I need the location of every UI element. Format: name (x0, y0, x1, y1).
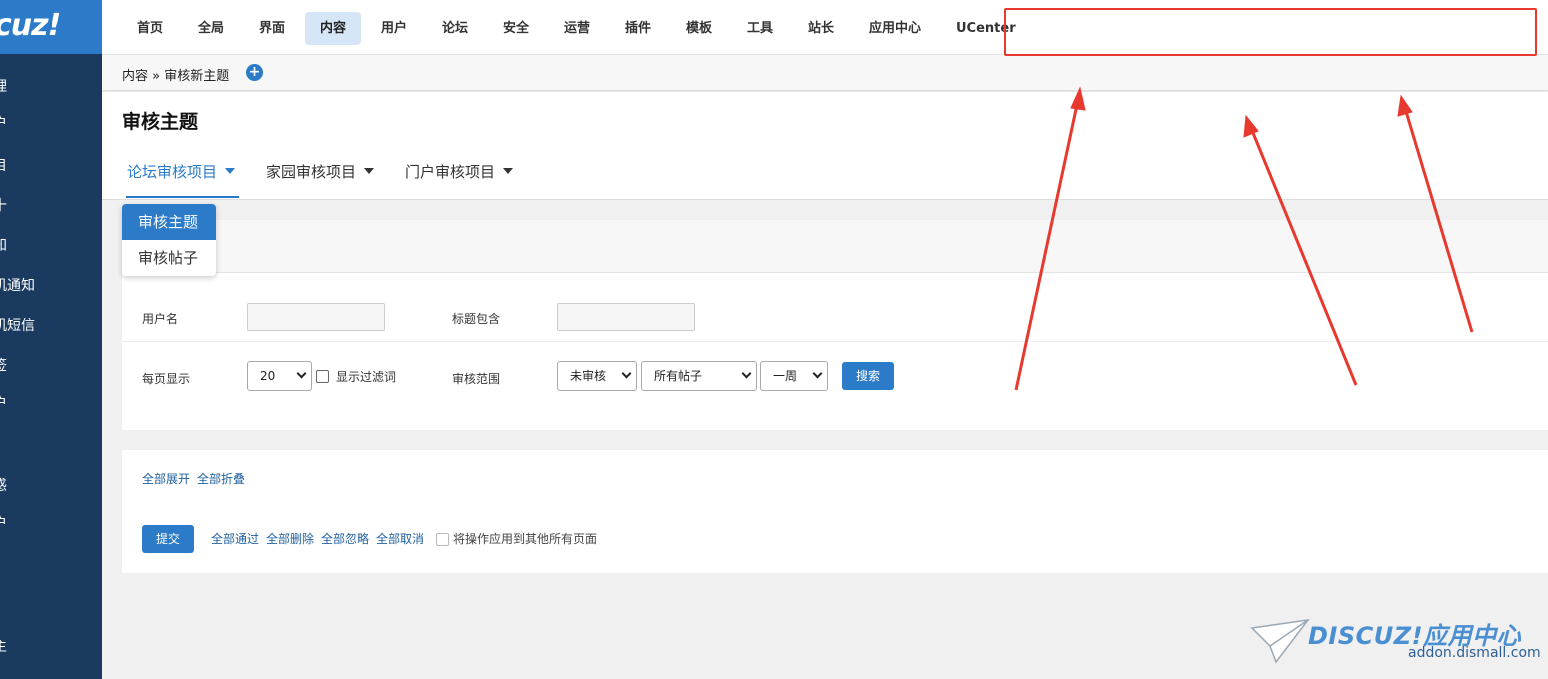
nav-tools[interactable]: 工具 (732, 12, 788, 45)
nav-app-center[interactable]: 应用中心 (854, 12, 936, 45)
sidebar-item[interactable]: 惑 (0, 475, 14, 495)
page-title: 审核主题 (122, 111, 199, 133)
nav-webmaster[interactable]: 站长 (793, 12, 849, 45)
moderation-dropdown: 审核主题 审核帖子 (122, 204, 216, 276)
sidebar-item[interactable]: 主 (0, 636, 14, 656)
ignore-all-link[interactable]: 全部忽略 (321, 530, 369, 547)
tab-portal-moderation[interactable]: 门户审核项目 (405, 152, 514, 198)
submit-button[interactable]: 提交 (142, 525, 194, 553)
watermark-domain: addon.dismall.com (1408, 645, 1541, 661)
sidebar-item[interactable]: 机通知 (0, 275, 42, 295)
period-select[interactable]: 一周 (760, 361, 828, 391)
apply-all-pages-checkbox[interactable] (436, 533, 449, 546)
watermark: DISCUZ!应用中心 addon.dismall.com (1250, 612, 1541, 672)
status-select[interactable]: 未审核 (557, 361, 637, 391)
sidebar-item[interactable]: 户 (0, 393, 14, 413)
filter-panel: 用户名 标题包含 每页显示 20 显示过滤词 审核范围 未审核 所有帖子 一周 … (122, 273, 1548, 430)
caret-down-icon (364, 167, 375, 174)
nav-security[interactable]: 安全 (488, 12, 544, 45)
results-panel: 全部展开 全部折叠 提交 全部通过 全部删除 全部忽略 全部取消 将操作应用到其… (122, 450, 1548, 573)
title-contains-input[interactable] (557, 303, 695, 331)
title-contains-label: 标题包含 (452, 312, 501, 326)
nav-interface[interactable]: 界面 (244, 12, 300, 45)
nav-operations[interactable]: 运营 (549, 12, 605, 45)
annotation-highlight-box (1004, 8, 1537, 56)
filter-strip (122, 220, 1548, 273)
cancel-all-link[interactable]: 全部取消 (376, 530, 424, 547)
nav-users[interactable]: 用户 (366, 12, 422, 45)
sidebar-item[interactable]: 户 (0, 513, 14, 533)
breadcrumb-text[interactable]: 内容 » 审核新主题 (122, 65, 229, 84)
page-header: 审核主题 论坛审核项目 家园审核项目 门户审核项目 (102, 92, 1548, 200)
paper-plane-icon (1250, 618, 1310, 664)
per-page-select[interactable]: 20 (247, 361, 312, 391)
nav-home[interactable]: 首页 (122, 12, 178, 45)
nav-global[interactable]: 全局 (183, 12, 239, 45)
dropdown-item-moderate-threads[interactable]: 审核主题 (122, 204, 216, 240)
nav-content[interactable]: 内容 (305, 12, 361, 45)
chevron-down-icon (296, 368, 307, 379)
chevron-down-icon (812, 368, 823, 379)
delete-all-link[interactable]: 全部删除 (266, 530, 314, 547)
sidebar-item[interactable]: 知 (0, 235, 14, 255)
dropdown-item-moderate-posts[interactable]: 审核帖子 (122, 240, 216, 276)
caret-down-icon (225, 167, 236, 174)
sidebar-item[interactable]: 户 (0, 113, 14, 133)
sidebar-item[interactable]: 目 (0, 155, 14, 175)
username-label: 用户名 (142, 312, 179, 326)
collapse-all-link[interactable]: 全部折叠 (197, 470, 245, 487)
posts-select[interactable]: 所有帖子 (641, 361, 757, 391)
nav-plugins[interactable]: 插件 (610, 12, 666, 45)
nav-forum[interactable]: 论坛 (427, 12, 483, 45)
tab-home-moderation[interactable]: 家园审核项目 (266, 152, 375, 198)
per-page-label: 每页显示 (142, 372, 191, 386)
expand-all-link[interactable]: 全部展开 (142, 470, 190, 487)
sidebar-item[interactable]: 理 (0, 76, 14, 96)
approve-all-link[interactable]: 全部通过 (211, 530, 259, 547)
add-shortcut-icon[interactable]: + (246, 64, 263, 81)
username-input[interactable] (247, 303, 385, 331)
sidebar-item[interactable]: 机短信 (0, 315, 42, 335)
chevron-down-icon (741, 368, 752, 379)
show-filter-words-label: 显示过滤词 (336, 370, 397, 384)
caret-down-icon (503, 167, 514, 174)
search-button[interactable]: 搜索 (842, 362, 894, 390)
breadcrumb: 内容 » 审核新主题 + (102, 55, 1548, 91)
apply-all-pages-label: 将操作应用到其他所有页面 (453, 532, 598, 546)
divider (122, 341, 1548, 342)
sidebar-item[interactable]: 十 (0, 195, 14, 215)
show-filter-words-checkbox[interactable] (316, 370, 329, 383)
sidebar-item[interactable]: 签 (0, 355, 14, 375)
moderation-scope-label: 审核范围 (452, 372, 501, 386)
tab-forum-moderation[interactable]: 论坛审核项目 (126, 152, 240, 198)
nav-templates[interactable]: 模板 (671, 12, 727, 45)
admin-sidebar: cuz! 理 户 目 十 知 机通知 机短信 签 户 惑 户 主 (0, 0, 102, 679)
discuz-logo[interactable]: cuz! (0, 0, 102, 54)
chevron-down-icon (621, 368, 632, 379)
